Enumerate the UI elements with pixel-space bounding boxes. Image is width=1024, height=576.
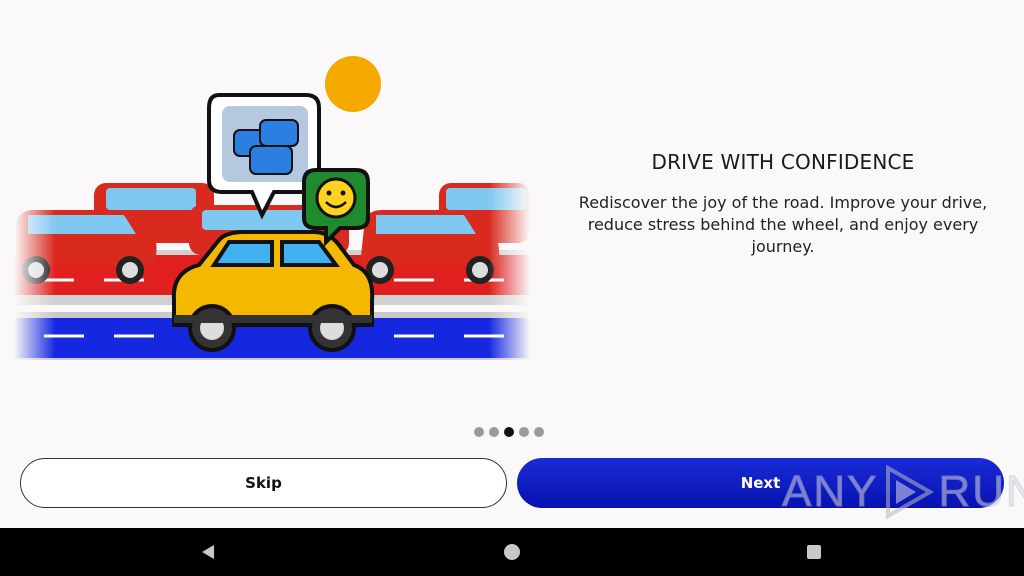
next-button[interactable]: Next (517, 458, 1004, 508)
recents-square-icon[interactable] (802, 540, 826, 564)
system-nav-bar (0, 528, 1024, 576)
page-dot-5 (534, 427, 544, 437)
page-dot-1 (474, 427, 484, 437)
page-dot-2 (489, 427, 499, 437)
back-triangle-icon[interactable] (196, 540, 220, 564)
page-dot-4 (519, 427, 529, 437)
onboarding-title: DRIVE WITH CONFIDENCE (651, 150, 915, 174)
onboarding-body: Rediscover the joy of the road. Improve … (578, 193, 988, 256)
traffic-jam-illustration (14, 50, 530, 365)
page-indicator (474, 427, 544, 437)
skip-button[interactable]: Skip (20, 458, 507, 508)
onboarding-text-panel: DRIVE WITH CONFIDENCE Rediscover the joy… (560, 150, 1006, 258)
page-dot-3-active (504, 427, 514, 437)
home-circle-icon[interactable] (500, 540, 524, 564)
